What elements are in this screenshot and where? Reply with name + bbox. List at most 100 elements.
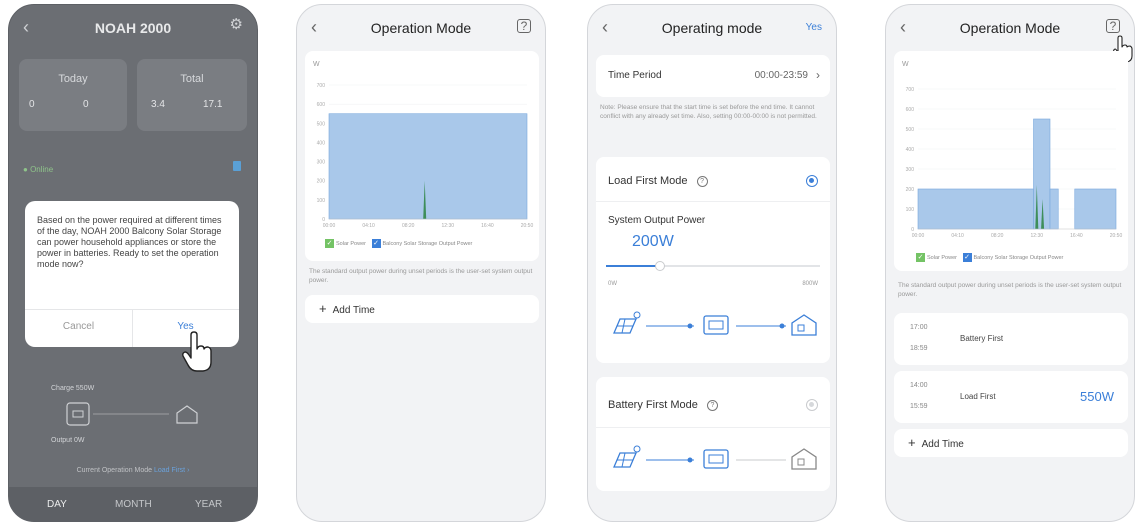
energy-flow-diagram <box>66 402 198 426</box>
header: ‹ NOAH 2000 ⚙ <box>9 5 257 51</box>
period-start: 17:00 <box>910 324 928 331</box>
x-tick-label: 00:00 <box>323 223 336 229</box>
today-card: Today 0 0 <box>19 59 127 131</box>
today-value-1: 0 <box>29 99 35 110</box>
header: ‹ Operating mode Yes <box>588 5 836 51</box>
x-tick-label: 20:50 <box>1110 233 1123 239</box>
add-time-label: Add Time <box>921 439 964 450</box>
load-first-text: Load First Mode <box>608 175 688 187</box>
plus-icon: + <box>908 435 916 450</box>
tab-year[interactable]: YEAR <box>195 499 222 510</box>
battery-first-flow-diagram <box>613 445 817 470</box>
total-label: Total <box>180 73 204 85</box>
y-tick-label: 700 <box>906 87 915 93</box>
help-icon[interactable]: ? <box>517 19 531 33</box>
period-mode: Load First <box>960 392 996 401</box>
phone-operation-mode-1: ‹ Operation Mode ? W 700 600 500 400 300 200 1… <box>296 4 546 522</box>
slider-fill <box>606 265 660 267</box>
slider-min-label: 0W <box>608 281 617 287</box>
setup-dialog: Based on the power required at different… <box>25 201 239 347</box>
chart-legend: ✓ Solar Power ✓ Balcony Solar Storage Outp… <box>325 239 472 248</box>
chart-card: W 700 600 500 400 300 200 100 0 00:00 04:10 08:20 1… <box>894 51 1128 271</box>
status-badge: ● Online <box>23 165 54 174</box>
x-tick-label: 08:20 <box>402 223 415 229</box>
y-tick-label: 400 <box>317 140 326 146</box>
y-tick-label: 500 <box>906 127 915 133</box>
y-tick-label: 700 <box>317 83 326 89</box>
plus-icon: + <box>319 301 327 316</box>
info-icon[interactable]: ? <box>706 399 718 411</box>
slider-max-label: 800W <box>802 281 818 287</box>
yes-button[interactable]: Yes <box>806 22 822 33</box>
legend-solar-power: Solar Power <box>336 240 366 247</box>
x-tick-label: 20:50 <box>521 223 534 229</box>
delete-icon[interactable] <box>233 161 241 171</box>
power-chart: 700600500400300200100000:00 04:10 08:20 12:… <box>906 87 1123 239</box>
storage-output-area <box>1074 188 1117 230</box>
time-note: Note: Please ensure that the start time … <box>600 104 817 120</box>
load-first-toggle[interactable] <box>806 175 818 187</box>
output-slider[interactable] <box>606 261 820 271</box>
x-tick-label: 04:10 <box>362 223 375 229</box>
power-chart: 700600500400300200100000:00 04:10 08:20 12:… <box>317 83 534 229</box>
x-tick-label: 16:40 <box>481 223 494 229</box>
cancel-button[interactable]: Cancel <box>25 321 132 332</box>
divider <box>596 427 830 428</box>
add-time-button[interactable]: + Add Time <box>894 429 1128 457</box>
standard-output-note: The standard output power during unset p… <box>309 268 533 284</box>
period-end: 15:59 <box>910 403 928 410</box>
phone-operating-mode-edit: ‹ Operating mode Yes Time Period 00:00-2… <box>587 4 837 522</box>
tap-hand-icon <box>182 331 212 372</box>
x-tick-label: 12:30 <box>442 223 455 229</box>
legend-solar-power: Solar Power <box>927 254 957 261</box>
y-tick-label: 300 <box>317 160 326 166</box>
battery-icon <box>703 315 729 335</box>
page-title: Operation Mode <box>959 20 1061 36</box>
add-time-button[interactable]: + Add Time <box>305 295 539 323</box>
battery-first-label: Battery First Mode ? <box>608 399 718 411</box>
y-tick-label: 400 <box>906 147 915 153</box>
solar-panel-icon <box>613 311 641 334</box>
current-mode-label: Current Operation Mode <box>76 467 153 474</box>
current-mode-value[interactable]: Load First <box>154 467 185 474</box>
status-text: Online <box>30 165 54 174</box>
load-first-card: Load First Mode ? System Output Power 20… <box>596 157 830 363</box>
storage-output-swatch: ✓ <box>962 253 972 262</box>
storage-output-area <box>917 188 1034 230</box>
output-text: Output 0W <box>51 437 85 444</box>
storage-output-area <box>328 113 528 220</box>
add-time-label: Add Time <box>332 305 375 316</box>
header: ‹ Operation Mode ? <box>886 5 1134 51</box>
help-icon[interactable]: ? <box>1106 19 1120 33</box>
phone-operation-mode-2: ‹ Operation Mode ? W 700 600 500 400 300 200 1… <box>885 4 1135 522</box>
phone-home-screen: ‹ NOAH 2000 ⚙ Today 0 0 Total 3.4 17.1 ●… <box>8 4 258 522</box>
chevron-right-icon: › <box>187 467 190 474</box>
time-period-row[interactable]: 17:00 18:59 Battery First <box>894 313 1128 365</box>
tab-bar: DAY MONTH YEAR <box>9 487 257 521</box>
system-output-label: System Output Power <box>608 215 706 226</box>
solar-panel-icon <box>613 445 641 468</box>
page-title: Operating mode <box>661 20 763 36</box>
tab-month[interactable]: MONTH <box>115 499 152 510</box>
today-label: Today <box>58 73 88 85</box>
slider-thumb[interactable] <box>654 261 665 271</box>
current-mode-row[interactable]: Current Operation Mode Load First › <box>9 467 257 474</box>
y-tick-label: 200 <box>906 187 915 193</box>
time-period-row[interactable]: 14:00 15:59 Load First 550W <box>894 371 1128 423</box>
tab-day[interactable]: DAY <box>47 499 67 510</box>
battery-first-card: Battery First Mode ? <box>596 377 830 491</box>
settings-icon[interactable]: ⚙ <box>230 15 243 33</box>
period-start: 14:00 <box>910 382 928 389</box>
y-tick-label: 600 <box>906 107 915 113</box>
battery-first-toggle[interactable] <box>806 399 818 411</box>
total-value-2: 17.1 <box>203 99 223 110</box>
y-tick-label: 600 <box>317 102 326 108</box>
time-period-row[interactable]: Time Period 00:00-23:59 › <box>596 55 830 97</box>
charge-text: Charge 550W <box>51 385 95 392</box>
today-value-2: 0 <box>83 99 89 110</box>
info-icon[interactable]: ? <box>696 175 708 187</box>
page-title: NOAH 2000 <box>94 20 172 36</box>
load-first-label: Load First Mode ? <box>608 175 708 187</box>
house-icon <box>791 314 817 336</box>
solar-power-swatch: ✓ <box>325 239 334 248</box>
